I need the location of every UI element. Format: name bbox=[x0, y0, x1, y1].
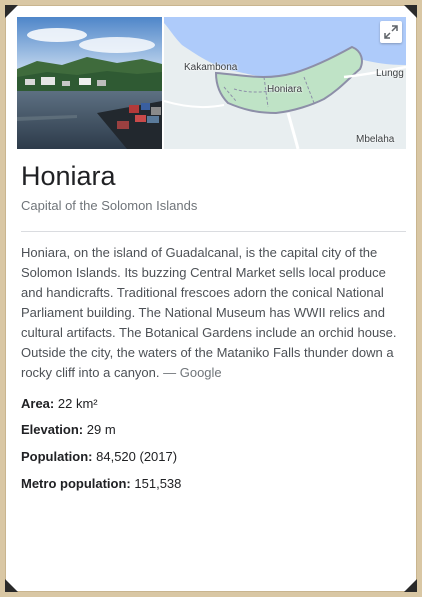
city-map[interactable]: Kakambona Honiara Lungg Mbelaha bbox=[164, 17, 406, 149]
fact-value: 22 km² bbox=[57, 396, 98, 411]
divider bbox=[21, 231, 406, 232]
description-source-link[interactable]: — Google bbox=[163, 365, 222, 380]
fact-value: 84,520 (2017) bbox=[96, 449, 178, 464]
map-label-lungga: Lungg bbox=[376, 68, 404, 79]
city-photo[interactable] bbox=[17, 17, 162, 149]
fact-metro-population: Metro population: 151,538 bbox=[21, 476, 181, 491]
fact-value: 29 m bbox=[86, 422, 116, 437]
description: Honiara, on the island of Guadalcanal, i… bbox=[21, 243, 406, 383]
fact-label[interactable]: Metro population: bbox=[21, 476, 131, 491]
map-label-mbelaha: Mbelaha bbox=[356, 134, 395, 145]
fact-label[interactable]: Elevation: bbox=[21, 422, 83, 437]
fact-population: Population: 84,520 (2017) bbox=[21, 449, 177, 464]
expand-icon bbox=[384, 25, 398, 39]
description-text: Honiara, on the island of Guadalcanal, i… bbox=[21, 245, 397, 380]
fact-label[interactable]: Area: bbox=[21, 396, 54, 411]
fact-value: 151,538 bbox=[134, 476, 182, 491]
page-subtitle: Capital of the Solomon Islands bbox=[21, 198, 198, 213]
fact-elevation: Elevation: 29 m bbox=[21, 422, 116, 437]
map-label-kakambona: Kakambona bbox=[184, 62, 238, 73]
expand-map-button[interactable] bbox=[380, 21, 402, 43]
page-title: Honiara bbox=[21, 161, 116, 191]
fact-label[interactable]: Population: bbox=[21, 449, 93, 464]
fact-area: Area: 22 km² bbox=[21, 396, 98, 411]
map-label-honiara: Honiara bbox=[267, 84, 303, 95]
